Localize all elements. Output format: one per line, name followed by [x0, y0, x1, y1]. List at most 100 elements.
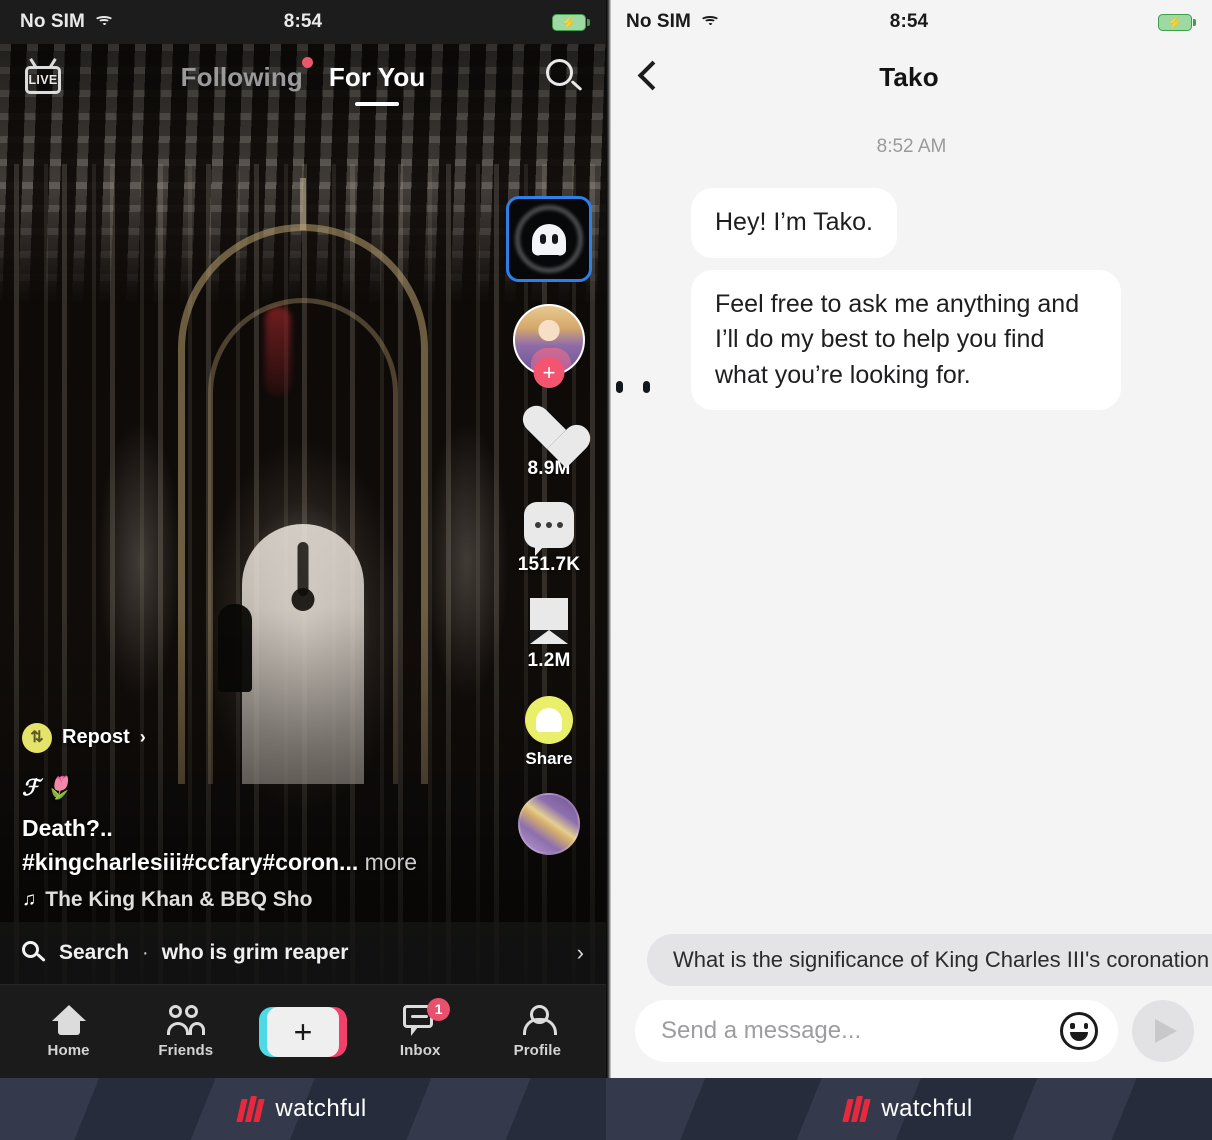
send-button[interactable]: [1132, 1000, 1194, 1062]
nav-label-inbox: Inbox: [399, 1041, 441, 1059]
status-bar-left-group: No SIM: [20, 11, 114, 33]
status-bar-left: No SIM 8:54 ⚡: [0, 0, 606, 44]
share-label: Share: [525, 749, 573, 768]
like-button[interactable]: 8.9M: [524, 406, 574, 480]
comment-bubble-icon: [524, 502, 574, 556]
conversation-timestamp: 8:52 AM: [876, 136, 947, 157]
back-chevron-icon[interactable]: [632, 60, 662, 94]
message-bubble: Hey! I’m Tako.: [691, 188, 897, 258]
message-row: Hey! I’m Tako.: [611, 188, 1212, 258]
tab-active-underline: [355, 101, 400, 106]
tako-assistant-button[interactable]: [506, 196, 592, 282]
message-input-placeholder: Send a message...: [661, 1017, 862, 1044]
comment-button[interactable]: 151.7K: [518, 502, 580, 576]
status-bar-left-group: No SIM: [626, 11, 720, 33]
bookmark-icon: [529, 598, 568, 644]
caption-line-1: Death?..: [22, 814, 113, 841]
author-handle[interactable]: ℱ 🌷: [22, 775, 454, 801]
chevron-right-icon: ›: [576, 940, 584, 965]
music-note-icon: ♫: [22, 889, 37, 910]
tako-chat-panel: No SIM 8:54 ⚡ Tako 8:52 AM Hey! I’m Tako…: [606, 0, 1212, 1078]
caption-hashtags[interactable]: #kingcharlesiii#ccfary#coron...: [22, 849, 358, 875]
feed-tabs: Following For You: [0, 56, 606, 106]
carrier-label: No SIM: [20, 11, 85, 32]
tab-for-you[interactable]: For You: [328, 61, 426, 106]
nav-item-friends[interactable]: Friends: [138, 1004, 234, 1059]
message-row: Feel free to ask me anything and I’ll do…: [611, 269, 1212, 410]
tab-for-you-label: For You: [328, 61, 426, 92]
status-bar-right: No SIM 8:54 ⚡: [606, 0, 1212, 44]
tab-following-label: Following: [180, 61, 303, 92]
follow-plus-button[interactable]: +: [533, 357, 565, 388]
battery-charging-icon: ⚡: [552, 13, 590, 31]
music-disc-icon[interactable]: [518, 793, 580, 855]
tab-following[interactable]: Following: [180, 56, 313, 93]
music-title: The King Khan & BBQ Sho: [45, 888, 313, 911]
chat-thread: 8:52 AM Hey! I’m Tako. Feel free to ask …: [611, 110, 1212, 1078]
create-plus-icon: +: [258, 1006, 347, 1057]
send-paper-plane-icon: [1155, 1019, 1177, 1043]
watermark-right: watchful: [606, 1078, 1212, 1140]
suggestion-row: What is the significance of King Charles…: [611, 934, 1212, 986]
inbox-badge: 1: [427, 997, 451, 1021]
music-row[interactable]: ♫ The King Khan & BBQ Sho: [22, 888, 454, 912]
watchful-logo-icon: [842, 1096, 872, 1122]
profile-icon: [521, 1004, 558, 1035]
wifi-icon: [94, 15, 114, 30]
nav-item-create[interactable]: +: [255, 1006, 351, 1057]
search-icon: [22, 941, 46, 965]
nav-label-friends: Friends: [158, 1041, 214, 1059]
search-suggestion-bar[interactable]: Search · who is grim reaper ›: [0, 922, 606, 984]
share-button[interactable]: Share: [525, 696, 573, 769]
live-icon[interactable]: LIVE: [22, 57, 64, 97]
friends-icon: [166, 1004, 205, 1035]
search-separator: ·: [142, 941, 149, 964]
nav-item-profile[interactable]: Profile: [489, 1004, 585, 1059]
repost-button[interactable]: ⇅ Repost ›: [22, 722, 454, 753]
status-bar-right-group: ⚡: [552, 13, 590, 31]
search-query-text: who is grim reaper: [161, 941, 349, 964]
bottom-navigation: Home Friends + 1 Inbox Profile: [0, 984, 606, 1078]
nav-item-inbox[interactable]: 1 Inbox: [372, 997, 468, 1059]
nav-label-home: Home: [47, 1041, 90, 1059]
screenshot-root: No SIM 8:54 ⚡ LIVE Following For You + 8…: [0, 0, 1212, 1140]
emoji-smiley-icon[interactable]: [1060, 1012, 1098, 1050]
caption-hashtags-row: #kingcharlesiii#ccfary#coron... more: [22, 847, 454, 878]
bookmark-button[interactable]: 1.2M: [527, 598, 570, 672]
search-icon[interactable]: [544, 57, 584, 97]
watermark-label: watchful: [881, 1095, 973, 1122]
message-composer: Send a message...: [611, 992, 1212, 1070]
nav-item-home[interactable]: Home: [21, 1004, 117, 1059]
video-caption: ⇅ Repost › ℱ 🌷 Death?.. #kingcharlesiii#…: [22, 722, 454, 912]
tako-ghost-icon: [616, 370, 677, 410]
create-plus-glyph: +: [266, 1006, 339, 1057]
comment-count: 151.7K: [517, 554, 581, 575]
tiktok-feed-panel: No SIM 8:54 ⚡ LIVE Following For You + 8…: [0, 0, 606, 1078]
action-rail: + 8.9M 151.7K 1.2M Share: [506, 196, 592, 855]
avatar-slot: [616, 370, 679, 410]
suggestion-chip[interactable]: What is the significance of King Charles…: [647, 934, 1212, 986]
watermark-left: watchful: [0, 1078, 606, 1140]
repost-icon: ⇅: [22, 722, 52, 753]
heart-icon: [524, 406, 574, 452]
repost-chevron: ›: [139, 727, 146, 748]
bookmark-count: 1.2M: [527, 650, 571, 671]
tako-ghost-icon: [506, 196, 592, 282]
author-avatar[interactable]: +: [513, 304, 585, 388]
search-label: Search: [59, 941, 130, 964]
message-input-field[interactable]: Send a message...: [635, 1000, 1118, 1062]
page-title: Tako: [879, 61, 939, 92]
chat-header: Tako: [606, 44, 1212, 110]
wifi-icon: [700, 15, 720, 30]
caption-more-link[interactable]: more: [365, 849, 417, 875]
feed-header: LIVE Following For You: [0, 44, 606, 110]
home-icon: [51, 1004, 86, 1035]
nav-label-profile: Profile: [513, 1041, 562, 1059]
watchful-logo-icon: [236, 1096, 266, 1122]
status-bar-right-group: ⚡: [1158, 13, 1196, 31]
message-bubble: Feel free to ask me anything and I’ll do…: [691, 269, 1121, 410]
snapchat-icon: [525, 696, 573, 744]
carrier-label: No SIM: [626, 11, 691, 32]
live-label: LIVE: [28, 73, 58, 87]
repost-label: Repost: [62, 726, 130, 749]
